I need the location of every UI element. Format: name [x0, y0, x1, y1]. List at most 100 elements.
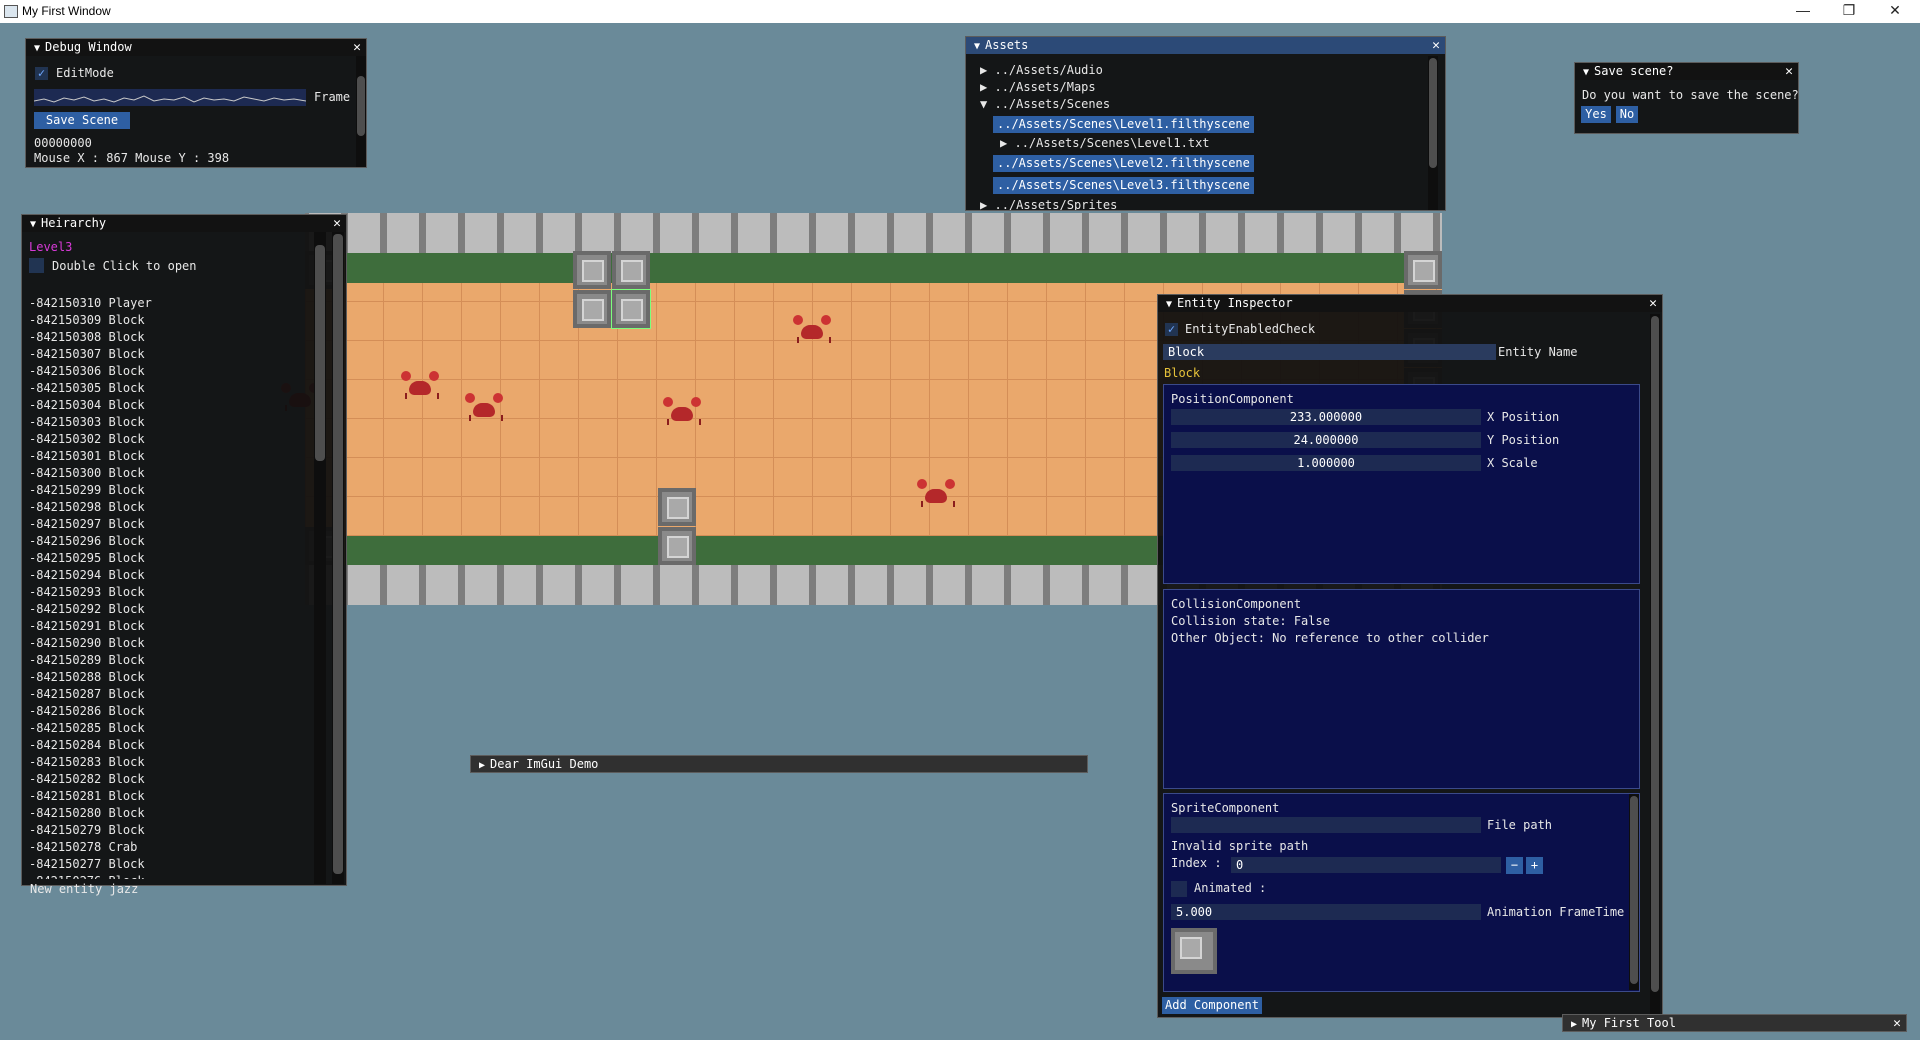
close-icon[interactable]: ✕	[1893, 1015, 1901, 1031]
index-decrement-button[interactable]: −	[1506, 857, 1523, 874]
frametime-input[interactable]: 5.000	[1171, 904, 1481, 920]
entity-list-item[interactable]: -842150280 Block	[29, 806, 145, 820]
close-icon[interactable]: ✕	[353, 39, 361, 56]
inspector-scrollbar[interactable]	[1650, 314, 1660, 1016]
sprite-component-panel: SpriteComponent File path Invalid sprite…	[1163, 793, 1640, 992]
entity-list-item[interactable]: -842150279 Block	[29, 823, 145, 837]
entity-list-item[interactable]: -842150288 Block	[29, 670, 145, 684]
expand-triangle-icon[interactable]: ▶	[479, 757, 485, 772]
collapse-triangle-icon[interactable]: ▼	[1166, 296, 1172, 313]
assets-tree-node-maps[interactable]: ▶ ../Assets/Maps	[980, 80, 1096, 94]
entity-list-item[interactable]: -842150283 Block	[29, 755, 145, 769]
save-scene-dialog[interactable]: ▼ Save scene? ✕ Do you want to save the sc…	[1574, 62, 1799, 134]
entity-list-item[interactable]: -842150299 Block	[29, 483, 145, 497]
my-first-tool-titlebar[interactable]: ▶ My First Tool ✕	[1563, 1015, 1906, 1031]
entity-list-item[interactable]: -842150310 Player	[29, 296, 152, 310]
entity-list-item[interactable]: -842150309 Block	[29, 313, 145, 327]
my-first-tool-window-collapsed[interactable]: ▶ My First Tool ✕	[1562, 1014, 1907, 1032]
entity-name-input[interactable]: Block	[1163, 344, 1496, 360]
animated-checkbox[interactable]	[1171, 881, 1187, 897]
close-window-button[interactable]: ✕	[1872, 0, 1918, 23]
frame-time-line	[34, 95, 306, 103]
asset-file-level1-txt[interactable]: ▶ ../Assets/Scenes\Level1.txt	[1000, 136, 1210, 150]
collapse-triangle-icon[interactable]: ▼	[974, 38, 980, 55]
collapse-triangle-icon[interactable]: ▼	[34, 40, 40, 57]
expand-triangle-icon[interactable]: ▶	[1571, 1016, 1577, 1031]
entity-list[interactable]: -842150310 Player -842150309 Block -842150…	[29, 296, 329, 879]
entity-list-item[interactable]: -842150277 Block	[29, 857, 145, 871]
entity-list-item[interactable]: -842150278 Crab	[29, 840, 137, 854]
entity-list-item[interactable]: -842150285 Block	[29, 721, 145, 735]
assets-window[interactable]: ▼ Assets ✕ ▶ ../Assets/Audio ▶ ../Assets/M…	[965, 36, 1446, 211]
entity-list-item[interactable]: -842150306 Block	[29, 364, 145, 378]
entity-list-item[interactable]: -842150298 Block	[29, 500, 145, 514]
entity-list-item[interactable]: -842150301 Block	[29, 449, 145, 463]
entity-list-item[interactable]: -842150282 Block	[29, 772, 145, 786]
close-icon[interactable]: ✕	[1649, 295, 1657, 312]
entity-inspector-titlebar[interactable]: ▼ Entity Inspector ✕	[1158, 295, 1662, 312]
edit-mode-checkbox[interactable]: ✓	[35, 67, 48, 80]
entity-list-item[interactable]: -842150284 Block	[29, 738, 145, 752]
entity-list-item[interactable]: -842150294 Block	[29, 568, 145, 582]
yes-button[interactable]: Yes	[1581, 106, 1611, 123]
entity-list-item[interactable]: -842150292 Block	[29, 602, 145, 616]
index-input[interactable]: 0	[1231, 857, 1501, 873]
debug-window-titlebar[interactable]: ▼ Debug Window ✕	[26, 39, 366, 56]
entity-list-item[interactable]: -842150302 Block	[29, 432, 145, 446]
entity-list-item[interactable]: -842150307 Block	[29, 347, 145, 361]
assets-window-titlebar[interactable]: ▼ Assets ✕	[966, 37, 1445, 54]
asset-file-level2-scene[interactable]: ../Assets/Scenes\Level2.filthyscene	[993, 155, 1254, 172]
restore-button[interactable]: ❐	[1826, 0, 1872, 23]
x-position-input[interactable]: 233.000000	[1171, 409, 1481, 425]
asset-file-level3-scene[interactable]: ../Assets/Scenes\Level3.filthyscene	[993, 177, 1254, 194]
entity-list-item[interactable]: -842150293 Block	[29, 585, 145, 599]
assets-tree-node-scenes[interactable]: ▼ ../Assets/Scenes	[980, 97, 1110, 111]
index-increment-button[interactable]: +	[1526, 857, 1543, 874]
entity-list-item[interactable]: -842150286 Block	[29, 704, 145, 718]
debug-window[interactable]: ▼Debug Window✕ ✓ EditMode Frame time Sav…	[25, 38, 367, 168]
imgui-demo-window-collapsed[interactable]: ▶ Dear ImGui Demo	[470, 755, 1088, 773]
entity-list-item[interactable]: -842150296 Block	[29, 534, 145, 548]
assets-tree-node-sprites[interactable]: ▶ ../Assets/Sprites	[980, 198, 1117, 210]
entity-list-item[interactable]: -842150297 Block	[29, 517, 145, 531]
entity-list-item[interactable]: -842150281 Block	[29, 789, 145, 803]
entity-list-item[interactable]: -842150289 Block	[29, 653, 145, 667]
imgui-demo-titlebar[interactable]: ▶ Dear ImGui Demo	[471, 756, 1087, 772]
no-button[interactable]: No	[1616, 106, 1638, 123]
entity-inspector-window[interactable]: ▼ Entity Inspector ✕ ✓ EntityEnabledCheck …	[1157, 294, 1663, 1018]
asset-file-level1-scene[interactable]: ../Assets/Scenes\Level1.filthyscene	[993, 116, 1254, 133]
entity-list-item[interactable]: -842150295 Block	[29, 551, 145, 565]
add-component-button[interactable]: Add Component	[1162, 997, 1262, 1014]
close-icon[interactable]: ✕	[1432, 37, 1440, 54]
entity-list-item[interactable]: -842150300 Block	[29, 466, 145, 480]
save-scene-button[interactable]: Save Scene	[34, 112, 130, 129]
hierarchy-outer-scrollbar[interactable]	[332, 232, 344, 884]
file-path-input[interactable]	[1171, 817, 1481, 833]
entity-list-item[interactable]: -842150290 Block	[29, 636, 145, 650]
open-checkbox[interactable]	[29, 258, 44, 273]
entity-list-item[interactable]: -842150308 Block	[29, 330, 145, 344]
close-icon[interactable]: ✕	[333, 215, 341, 232]
entity-list-item[interactable]: -842150291 Block	[29, 619, 145, 633]
assets-tree-node-audio[interactable]: ▶ ../Assets/Audio	[980, 63, 1103, 77]
y-position-input[interactable]: 24.000000	[1171, 432, 1481, 448]
entity-enabled-checkbox[interactable]: ✓	[1165, 323, 1178, 336]
collapse-triangle-icon[interactable]: ▼	[1583, 64, 1589, 81]
hierarchy-scrollbar[interactable]	[314, 232, 326, 884]
save-dialog-titlebar[interactable]: ▼ Save scene? ✕	[1575, 63, 1798, 80]
assets-scrollbar[interactable]	[1428, 56, 1438, 210]
sprite-panel-scrollbar[interactable]	[1629, 794, 1639, 990]
entity-list-item[interactable]: -842150305 Block	[29, 381, 145, 395]
minimize-button[interactable]: —	[1780, 0, 1826, 23]
hierarchy-titlebar[interactable]: ▼ Heirarchy ✕	[22, 215, 346, 232]
entity-list-item[interactable]: -842150287 Block	[29, 687, 145, 701]
x-scale-input[interactable]: 1.000000	[1171, 455, 1481, 471]
selected-block-sprite[interactable]	[611, 289, 651, 329]
entity-list-item[interactable]: -842150303 Block	[29, 415, 145, 429]
close-icon[interactable]: ✕	[1785, 63, 1793, 80]
hierarchy-window[interactable]: ▼ Heirarchy ✕ Level3 Double Click to open …	[21, 214, 347, 886]
debug-scrollbar[interactable]	[356, 56, 366, 167]
entity-list-item[interactable]: -842150304 Block	[29, 398, 145, 412]
collapse-triangle-icon[interactable]: ▼	[30, 216, 36, 233]
entity-list-item[interactable]: -842150276 Block	[29, 874, 145, 879]
